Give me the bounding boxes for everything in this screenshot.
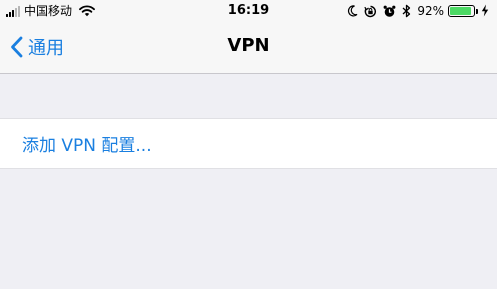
alarm-icon [383, 5, 396, 18]
charging-icon [481, 2, 489, 21]
add-vpn-configuration-label: 添加 VPN 配置... [22, 136, 152, 156]
moon-icon [347, 5, 358, 17]
status-bar: 中国移动 16:19 92% [0, 0, 497, 22]
add-vpn-configuration-button[interactable]: 添加 VPN 配置... [0, 118, 497, 169]
battery-icon [448, 5, 478, 17]
bluetooth-icon [402, 4, 411, 18]
battery-fill [450, 7, 472, 15]
status-right: 92% [341, 3, 489, 19]
battery-percent: 92% [417, 4, 444, 18]
orientation-lock-icon [364, 5, 377, 18]
page-title: VPN [227, 35, 270, 56]
navigation-bar: 通用 VPN [0, 22, 497, 74]
